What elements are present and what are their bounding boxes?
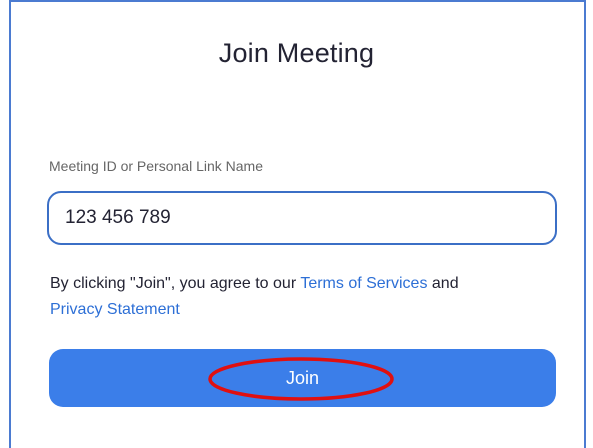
agreement-and: and	[427, 275, 459, 292]
join-button[interactable]: Join	[49, 349, 556, 407]
privacy-statement-link[interactable]: Privacy Statement	[50, 301, 180, 318]
dialog-title: Join Meeting	[218, 38, 375, 68]
meeting-id-input[interactable]	[47, 191, 557, 245]
agreement-text: By clicking "Join", you agree to our Ter…	[50, 271, 550, 323]
meeting-id-label: Meeting ID or Personal Link Name	[49, 158, 263, 174]
terms-of-service-link[interactable]: Terms of Services	[300, 275, 427, 292]
agreement-prefix: By clicking "Join", you agree to our	[50, 275, 301, 292]
